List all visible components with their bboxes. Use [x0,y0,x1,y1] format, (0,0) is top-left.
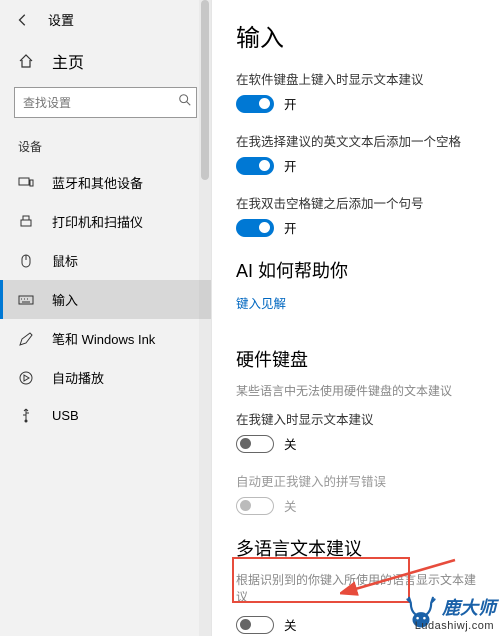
toggle-hw-autocorrect [236,497,274,515]
toggle-software-keyboard-suggestions[interactable] [236,95,274,113]
setting-label: 自动更正我键入的拼写错误 [236,471,476,490]
keyboard-icon [18,292,34,308]
sidebar-scrollbar[interactable] [199,0,211,636]
sidebar-item-bluetooth[interactable]: 蓝牙和其他设备 [0,163,211,202]
search-icon [178,93,192,112]
sidebar-item-typing[interactable]: 输入 [0,280,211,319]
sidebar-item-usb[interactable]: USB [0,397,211,433]
setting-label: 在软件键盘上键入时显示文本建议 [236,69,476,88]
watermark-brand: 鹿大师 [442,598,496,618]
autoplay-icon [18,370,34,386]
link-typing-insights[interactable]: 键入见解 [236,293,286,312]
home-label: 主页 [52,49,84,73]
sidebar-item-label: 鼠标 [52,251,78,270]
search-box[interactable] [14,87,197,118]
toggle-state: 开 [284,94,297,113]
toggle-hw-suggestions[interactable] [236,435,274,453]
main-content: 输入 在软件键盘上键入时显示文本建议 开 在我选择建议的英文文本后添加一个空格 … [212,0,500,636]
sidebar-item-label: 输入 [52,290,78,309]
page-title: 输入 [236,18,476,53]
setting-label: 在我双击空格键之后添加一个句号 [236,193,476,212]
toggle-multilang[interactable] [236,616,274,634]
pen-icon [18,331,34,347]
setting-label: 在我键入时显示文本建议 [236,409,476,428]
toggle-state: 关 [284,434,297,453]
watermark: 鹿大师 Ludashiwj.com [404,594,496,632]
sidebar-item-label: 自动播放 [52,368,104,387]
toggle-state: 关 [284,496,297,515]
search-input[interactable] [23,96,178,110]
setting-label: 在我选择建议的英文文本后添加一个空格 [236,131,476,150]
section-multilang-title: 多语言文本建议 [236,535,476,561]
header-row: 设置 [0,0,211,39]
sidebar-item-pen[interactable]: 笔和 Windows Ink [0,319,211,358]
sidebar-item-label: USB [52,408,79,423]
bluetooth-icon [18,175,34,191]
printer-icon [18,214,34,230]
sidebar-item-mouse[interactable]: 鼠标 [0,241,211,280]
sidebar-item-label: 打印机和扫描仪 [52,212,143,231]
sidebar: 设置 主页 设备 蓝牙和其他设备 打印机和扫描仪 鼠标 输入 笔和 Window… [0,0,212,636]
toggle-add-period[interactable] [236,219,274,237]
app-title: 设置 [48,10,74,29]
back-icon[interactable] [14,11,32,29]
section-label: 设备 [0,132,211,163]
watermark-url: Ludashiwj.com [415,620,494,632]
sidebar-item-label: 蓝牙和其他设备 [52,173,143,192]
usb-icon [18,407,34,423]
toggle-add-space[interactable] [236,157,274,175]
home-icon [18,53,34,69]
sidebar-item-label: 笔和 Windows Ink [52,329,155,348]
mouse-icon [18,253,34,269]
sidebar-item-printers[interactable]: 打印机和扫描仪 [0,202,211,241]
toggle-state: 开 [284,156,297,175]
home-row[interactable]: 主页 [0,39,211,83]
hardware-desc: 某些语言中无法使用硬件键盘的文本建议 [236,382,476,399]
toggle-state: 关 [284,615,297,634]
section-hardware-title: 硬件键盘 [236,346,476,372]
toggle-state: 开 [284,218,297,237]
section-ai-title: AI 如何帮助你 [236,257,476,283]
sidebar-item-autoplay[interactable]: 自动播放 [0,358,211,397]
